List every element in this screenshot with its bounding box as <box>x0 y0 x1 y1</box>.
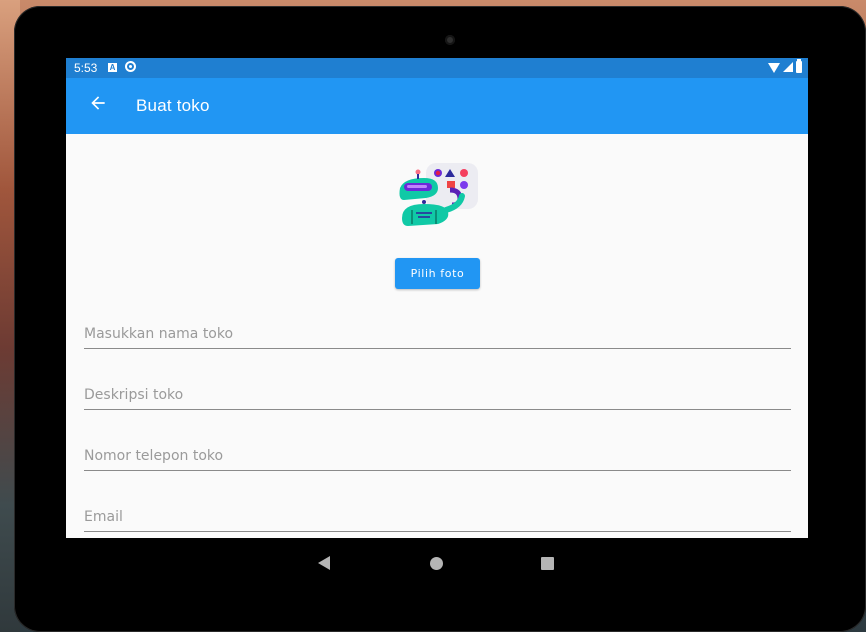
app-bar: Buat toko <box>66 78 808 134</box>
nav-recents-icon[interactable] <box>541 557 554 570</box>
camera-icon <box>445 35 455 45</box>
nav-home-icon[interactable] <box>430 557 443 570</box>
store-phone-input[interactable] <box>84 442 791 470</box>
page-title: Buat toko <box>136 96 210 115</box>
navigation-bar <box>14 544 866 584</box>
status-right-icons <box>768 59 802 73</box>
wifi-icon <box>768 62 780 73</box>
form-content: Pilih foto <box>66 134 808 538</box>
store-phone-field <box>84 442 791 471</box>
battery-icon <box>796 59 802 73</box>
nav-back-icon[interactable] <box>318 556 330 570</box>
store-name-input[interactable] <box>84 320 791 348</box>
device-screen: 5:53 A Buat toko Pilih foto Masukkan nam… <box>66 58 808 538</box>
store-email-input[interactable] <box>84 503 791 531</box>
a-notification-icon: A <box>108 63 117 72</box>
status-time: 5:53 <box>74 61 98 75</box>
store-name-field <box>84 320 791 349</box>
status-bar: 5:53 A <box>66 58 808 78</box>
pick-photo-button[interactable]: Pilih foto <box>395 258 480 289</box>
arrow-back-icon[interactable] <box>88 93 108 113</box>
store-description-input[interactable] <box>84 381 791 409</box>
tablet-frame: 5:53 A Buat toko Pilih foto Masukkan nam… <box>14 6 866 632</box>
sync-icon <box>125 61 136 72</box>
store-email-field <box>84 503 791 532</box>
store-description-field <box>84 381 791 410</box>
robot-illustration-icon <box>399 163 478 226</box>
signal-icon <box>783 62 793 72</box>
